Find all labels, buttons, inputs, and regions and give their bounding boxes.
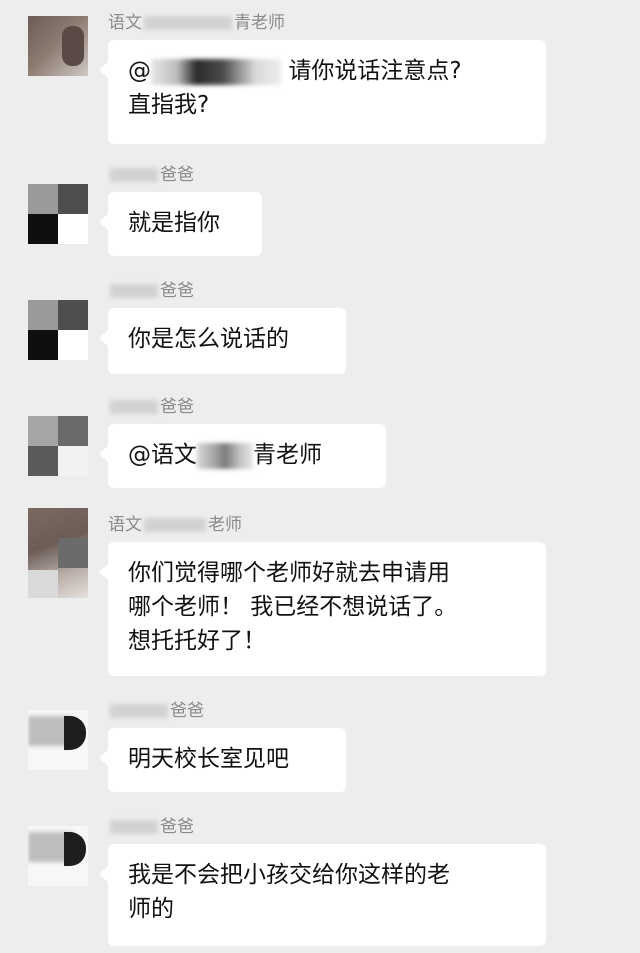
avatar[interactable] — [28, 16, 88, 76]
redaction — [144, 518, 206, 532]
avatar[interactable] — [28, 416, 88, 476]
sender-name-text: 爸爸 — [160, 817, 194, 837]
avatar[interactable] — [28, 710, 88, 770]
message-text: 就是指你 — [128, 210, 220, 236]
sender-name-text: 语文 — [108, 515, 142, 535]
message-bubble[interactable]: 你们觉得哪个老师好就去申请用 哪个老师！ 我已经不想说话了。 想托托好了！ — [99, 542, 546, 676]
message-text: 你们觉得哪个老师好就去申请用 — [128, 560, 450, 586]
message-text: @语文 — [128, 442, 197, 468]
avatar[interactable] — [28, 508, 88, 598]
sender-name: 爸爸 — [108, 280, 194, 302]
sender-name-text: 爸爸 — [160, 397, 194, 417]
sender-name-text: 爸爸 — [160, 281, 194, 301]
message-text: 哪个老师！ 我已经不想说话了。 — [128, 594, 458, 620]
redaction — [110, 820, 158, 834]
sender-name-text: 老师 — [208, 515, 242, 535]
message-text: 直指我? — [128, 92, 210, 118]
sender-name: 爸爸 — [108, 816, 194, 838]
sender-name: 爸爸 — [108, 700, 204, 722]
redaction — [151, 58, 281, 85]
sender-name-text: 爸爸 — [170, 701, 204, 721]
redaction — [197, 442, 253, 469]
message-text: @ — [128, 58, 151, 84]
message-bubble[interactable]: @语文 青老师 — [99, 424, 386, 488]
message-text: 我是不会把小孩交给你这样的老 — [128, 862, 450, 888]
redaction — [110, 284, 158, 298]
avatar[interactable] — [28, 184, 88, 244]
redaction — [110, 168, 158, 182]
message-text: 师的 — [128, 896, 174, 922]
message-bubble[interactable]: 我是不会把小孩交给你这样的老 师的 — [99, 844, 546, 946]
sender-name: 爸爸 — [108, 396, 194, 418]
message-bubble[interactable]: 就是指你 — [99, 192, 262, 256]
sender-name-text: 爸爸 — [160, 165, 194, 185]
sender-name-text: 青老师 — [234, 13, 285, 33]
message-bubble[interactable]: 明天校长室见吧 — [99, 728, 346, 792]
avatar[interactable] — [28, 300, 88, 360]
redaction — [144, 16, 232, 30]
message-text: 想托托好了！ — [128, 628, 266, 654]
message-text: 你是怎么说话的 — [128, 326, 289, 352]
message-text: 青老师 — [253, 442, 322, 468]
sender-name: 语文 老师 — [108, 514, 242, 536]
redaction — [110, 704, 168, 718]
sender-name: 语文 青老师 — [108, 12, 285, 34]
redaction — [110, 400, 158, 414]
sender-name: 爸爸 — [108, 164, 194, 186]
message-text: 请你说话注意点? — [288, 58, 462, 84]
avatar[interactable] — [28, 826, 88, 886]
message-bubble[interactable]: @ 请你说话注意点? 直指我? — [99, 40, 546, 144]
message-text: 明天校长室见吧 — [128, 746, 289, 772]
sender-name-text: 语文 — [108, 13, 142, 33]
message-bubble[interactable]: 你是怎么说话的 — [99, 308, 346, 374]
